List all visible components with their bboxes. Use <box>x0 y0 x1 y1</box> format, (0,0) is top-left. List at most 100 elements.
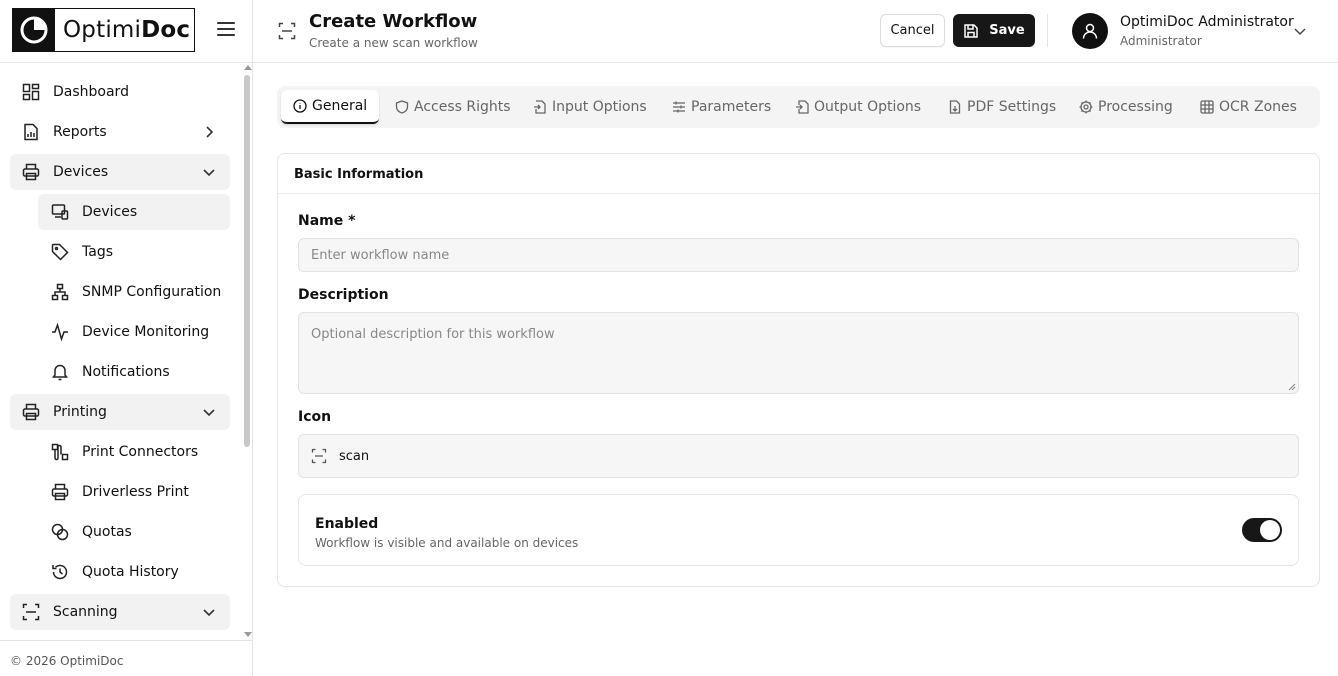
sidebar: OptimiDoc Dashboard Reports Devices Devi… <box>0 0 253 676</box>
sidebar-nav: Dashboard Reports Devices Devices Tags S… <box>0 63 240 639</box>
file-pdf-icon <box>948 100 962 114</box>
page-header: Create Workflow Create a new scan workfl… <box>253 0 1338 63</box>
enabled-label: Enabled <box>315 516 379 532</box>
sidebar-item-label: Printing <box>53 404 107 420</box>
enabled-toggle[interactable] <box>1242 518 1282 542</box>
sidebar-item-device-monitoring[interactable]: Device Monitoring <box>38 314 230 350</box>
header-divider <box>1047 14 1048 47</box>
section-title: Basic Information <box>278 154 1319 194</box>
sidebar-item-driverless-print[interactable]: Driverless Print <box>38 474 230 510</box>
tab-label: Parameters <box>691 99 772 115</box>
printer-icon <box>21 162 41 182</box>
activity-icon <box>50 322 70 342</box>
sidebar-item-label: Notifications <box>82 364 170 380</box>
avatar[interactable] <box>1072 13 1108 49</box>
page-subtitle: Create a new scan workflow <box>309 36 478 50</box>
tab-general[interactable]: General <box>281 90 380 124</box>
sidebar-item-notifications[interactable]: Notifications <box>38 354 230 390</box>
shield-icon <box>395 100 409 114</box>
sidebar-item-label: Devices <box>53 164 109 180</box>
sidebar-item-label: Reports <box>53 124 107 140</box>
save-icon <box>964 23 979 38</box>
sidebar-item-label: Devices <box>82 204 138 220</box>
sidebar-item-devices-group[interactable]: Devices <box>10 154 230 190</box>
sidebar-item-label: Print Connectors <box>82 444 199 460</box>
tab-parameters[interactable]: Parameters <box>660 90 783 124</box>
sidebar-item-snmp-configuration[interactable]: SNMP Configuration <box>38 274 230 310</box>
tab-access-rights[interactable]: Access Rights <box>383 90 523 124</box>
cancel-button[interactable]: Cancel <box>880 14 945 47</box>
toggle-knob <box>1260 520 1280 540</box>
menu-toggle-icon[interactable] <box>217 22 235 38</box>
tab-label: Input Options <box>552 99 647 115</box>
scrollbar-thumb[interactable] <box>244 75 250 447</box>
scroll-up-arrow-icon[interactable] <box>244 65 252 70</box>
info-icon <box>293 99 307 113</box>
brand-area: OptimiDoc <box>0 0 253 63</box>
sliders-icon <box>672 100 686 114</box>
enabled-description: Workflow is visible and available on dev… <box>315 536 579 550</box>
sidebar-item-label: Quotas <box>82 524 132 540</box>
page-title: Create Workflow <box>309 11 478 32</box>
history-icon <box>50 562 70 582</box>
sidebar-item-quota-history[interactable]: Quota History <box>38 554 230 590</box>
chevron-right-icon <box>206 126 214 138</box>
chevron-down-icon <box>203 609 215 617</box>
tab-output-options[interactable]: Output Options <box>783 90 933 124</box>
chevron-down-icon[interactable] <box>1293 24 1307 38</box>
name-input[interactable]: Enter workflow name <box>298 238 1299 272</box>
tag-icon <box>50 242 70 262</box>
scan-icon <box>278 22 296 40</box>
resize-handle-icon[interactable] <box>1288 383 1296 391</box>
save-button[interactable]: Save <box>953 14 1035 47</box>
network-icon <box>50 282 70 302</box>
description-textarea[interactable]: Optional description for this workflow <box>298 312 1299 394</box>
user-name[interactable]: OptimiDoc Administrator <box>1120 14 1294 30</box>
icon-label: Icon <box>298 409 332 425</box>
chevron-down-icon <box>203 169 215 177</box>
scroll-down-arrow-icon[interactable] <box>244 632 252 637</box>
sidebar-item-scanning-group[interactable]: Scanning <box>10 594 230 630</box>
sidebar-item-dashboard[interactable]: Dashboard <box>10 74 230 110</box>
printer-icon <box>50 482 70 502</box>
description-label: Description <box>298 287 389 303</box>
tab-ocr-zones[interactable]: OCR Zones <box>1188 90 1309 124</box>
enabled-setting: Enabled Workflow is visible and availabl… <box>298 494 1299 566</box>
user-role: Administrator <box>1120 34 1202 48</box>
bell-icon <box>50 362 70 382</box>
tab-label: PDF Settings <box>967 99 1057 115</box>
sidebar-item-label: Scanning <box>53 604 118 620</box>
sidebar-item-reports[interactable]: Reports <box>10 114 230 150</box>
sidebar-item-print-connectors[interactable]: Print Connectors <box>38 434 230 470</box>
connector-icon <box>50 442 70 462</box>
devices-icon <box>50 202 70 222</box>
tab-pdf-settings[interactable]: PDF Settings <box>936 90 1068 124</box>
brand-name: OptimiDoc <box>63 17 191 43</box>
chevron-down-icon <box>203 409 215 417</box>
sidebar-scrollbar[interactable] <box>243 63 253 639</box>
file-input-icon <box>533 100 547 114</box>
report-chart-icon <box>21 122 41 142</box>
name-label: Name * <box>298 213 356 229</box>
tab-input-options[interactable]: Input Options <box>521 90 659 124</box>
sidebar-item-tags[interactable]: Tags <box>38 234 230 270</box>
tab-processing[interactable]: Processing <box>1067 90 1185 124</box>
scan-icon <box>21 602 41 622</box>
optimidoc-logo[interactable]: OptimiDoc <box>12 8 195 52</box>
coins-icon <box>50 522 70 542</box>
scan-icon <box>311 448 327 464</box>
sidebar-item-label: Tags <box>82 244 113 260</box>
grid-icon <box>1200 100 1214 114</box>
sidebar-item-label: Quota History <box>82 564 179 580</box>
tab-label: General <box>312 98 368 114</box>
icon-select[interactable]: scan <box>298 434 1299 478</box>
user-icon <box>1082 23 1098 39</box>
save-label: Save <box>989 23 1025 38</box>
description-placeholder: Optional description for this workflow <box>311 327 555 342</box>
logo-mark-icon <box>13 9 55 51</box>
sidebar-item-label: Dashboard <box>53 84 129 100</box>
tab-label: Output Options <box>814 99 922 115</box>
sidebar-item-printing-group[interactable]: Printing <box>10 394 230 430</box>
sidebar-item-devices[interactable]: Devices <box>38 194 230 230</box>
sidebar-item-quotas[interactable]: Quotas <box>38 514 230 550</box>
